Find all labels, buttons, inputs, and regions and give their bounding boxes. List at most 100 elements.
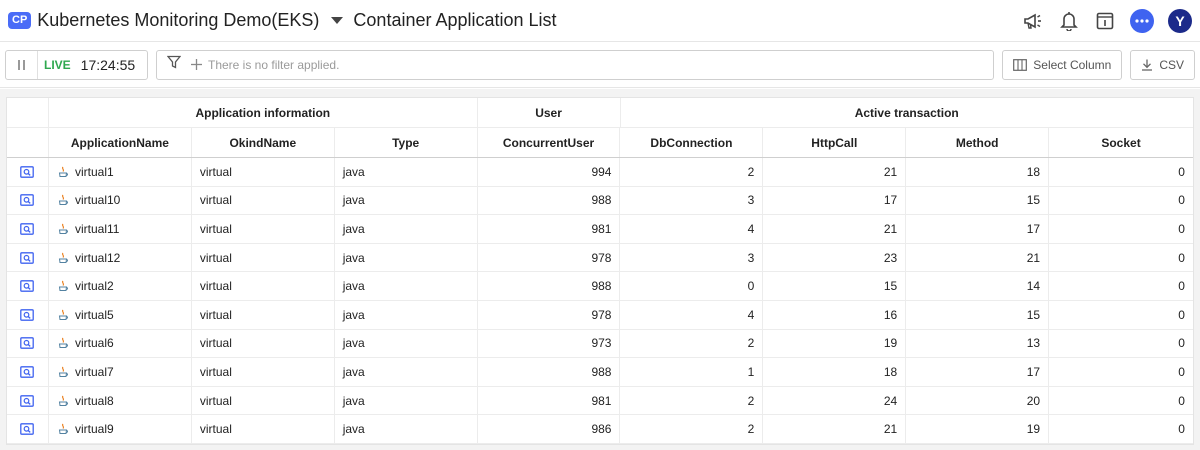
detail-search-icon[interactable]: [20, 423, 35, 435]
row-detail-cell: [7, 358, 49, 386]
table-row[interactable]: virtual12 virtual java 978 3 23 21 0: [7, 243, 1193, 273]
column-header-okindname[interactable]: OkindName: [192, 128, 335, 157]
application-name[interactable]: virtual5: [75, 308, 114, 322]
cell-type: java: [335, 158, 478, 186]
cell-type: java: [335, 215, 478, 243]
column-header-dbconnection[interactable]: DbConnection: [620, 128, 764, 157]
java-icon: [58, 166, 69, 177]
cell-socket: 0: [1178, 193, 1185, 208]
table-row[interactable]: virtual8 virtual java 981 2 24 20 0: [7, 386, 1193, 416]
application-name[interactable]: virtual10: [75, 193, 120, 207]
user-avatar[interactable]: Y: [1168, 8, 1192, 33]
csv-button[interactable]: CSV: [1130, 49, 1195, 80]
cell-method: 13: [906, 329, 1050, 358]
cell-method: 18: [906, 158, 1050, 186]
filter-icon[interactable]: [166, 55, 182, 74]
cell-okindname: virtual: [192, 329, 335, 358]
cell-method: 17: [906, 358, 1050, 386]
table-row[interactable]: virtual9 virtual java 986 2 21 19 0: [7, 415, 1193, 444]
detail-search-icon[interactable]: [20, 280, 35, 293]
java-icon: [58, 280, 69, 292]
cell-concurrentuser: 981: [478, 386, 621, 415]
cell-applicationname: virtual9: [49, 415, 192, 443]
project-dropdown-caret-icon[interactable]: [331, 17, 344, 24]
bell-icon[interactable]: [1058, 10, 1080, 32]
application-name[interactable]: virtual7: [75, 365, 114, 379]
application-name[interactable]: virtual11: [75, 222, 119, 236]
live-time[interactable]: 17:24:55: [81, 57, 136, 73]
column-header-httpcall[interactable]: HttpCall: [763, 128, 907, 157]
column-header-applicationname[interactable]: ApplicationName: [49, 128, 192, 157]
select-column-button[interactable]: Select Column: [1002, 49, 1123, 80]
column-header-type[interactable]: Type: [335, 128, 478, 157]
cell-httpcall: 16: [763, 300, 907, 329]
row-detail-cell: [7, 215, 49, 243]
cell-concurrentuser: 978: [478, 300, 621, 329]
chat-icon[interactable]: [1130, 8, 1154, 33]
cell-applicationname: virtual7: [49, 358, 192, 386]
column-header-socket[interactable]: Socket: [1049, 128, 1193, 157]
pause-button[interactable]: [6, 50, 38, 79]
cell-okindname: virtual: [192, 415, 335, 443]
table-row[interactable]: virtual6 virtual java 973 2 19 13 0: [7, 329, 1193, 359]
detail-search-icon[interactable]: [20, 223, 35, 235]
column-header-spacer: [7, 128, 49, 157]
filter-input[interactable]: There is no filter applied.: [156, 49, 995, 80]
cell-okindname: virtual: [192, 386, 335, 415]
detail-search-icon[interactable]: [20, 337, 35, 350]
megaphone-icon[interactable]: [1022, 10, 1044, 32]
table-row[interactable]: virtual1 virtual java 994 2 21 18 0: [7, 158, 1193, 187]
application-name[interactable]: virtual8: [75, 394, 114, 408]
java-icon: [58, 366, 69, 377]
cell-dbconnection: 3: [620, 186, 764, 215]
detail-search-icon[interactable]: [20, 308, 35, 321]
row-detail-cell: [7, 386, 49, 415]
row-detail-cell: [7, 415, 49, 443]
detail-search-icon[interactable]: [20, 194, 35, 207]
cell-type: java: [335, 300, 478, 329]
live-indicator: LIVE: [44, 57, 71, 72]
cell-dbconnection: 0: [620, 272, 764, 300]
column-header-method[interactable]: Method: [906, 128, 1050, 157]
application-name[interactable]: virtual12: [75, 251, 120, 265]
table-row[interactable]: virtual10 virtual java 988 3 17 15 0: [7, 186, 1193, 216]
cell-httpcall: 21: [763, 415, 907, 443]
cell-okindname: virtual: [192, 272, 335, 300]
application-name[interactable]: virtual2: [75, 279, 114, 293]
java-icon: [58, 338, 69, 349]
add-filter-icon[interactable]: [191, 59, 202, 70]
cell-dbconnection: 2: [620, 386, 764, 415]
table-row[interactable]: virtual5 virtual java 978 4 16 15 0: [7, 300, 1193, 330]
detail-search-icon[interactable]: [20, 165, 35, 178]
cell-okindname: virtual: [192, 215, 335, 243]
project-name[interactable]: Kubernetes Monitoring Demo(EKS): [37, 10, 319, 31]
cell-type: java: [335, 358, 478, 386]
table-row[interactable]: virtual11 virtual java 981 4 21 17 0: [7, 215, 1193, 244]
detail-search-icon[interactable]: [20, 251, 35, 264]
cell-socket: 0: [1178, 250, 1185, 265]
detail-search-icon[interactable]: [20, 366, 35, 378]
column-header-concurrentuser[interactable]: ConcurrentUser: [478, 128, 621, 157]
application-name[interactable]: virtual1: [75, 165, 114, 179]
cell-okindname: virtual: [192, 300, 335, 329]
cell-concurrentuser: 978: [478, 243, 621, 272]
cell-httpcall: 23: [763, 243, 907, 272]
application-name[interactable]: virtual9: [75, 422, 114, 436]
cell-socket: 0: [1178, 164, 1185, 179]
cell-okindname: virtual: [192, 158, 335, 186]
cell-dbconnection: 4: [620, 215, 764, 243]
row-detail-cell: [7, 186, 49, 215]
app-header: CP Kubernetes Monitoring Demo(EKS) Conta…: [0, 0, 1200, 42]
row-detail-cell: [7, 243, 49, 272]
cell-type: java: [335, 415, 478, 443]
java-icon: [58, 395, 69, 406]
cell-type: java: [335, 243, 478, 272]
application-name[interactable]: virtual6: [75, 336, 114, 350]
info-panel-icon[interactable]: [1094, 10, 1116, 32]
table-row[interactable]: virtual7 virtual java 988 1 18 17 0: [7, 358, 1193, 387]
cell-okindname: virtual: [192, 358, 335, 386]
cell-dbconnection: 1: [620, 358, 764, 386]
group-header-user: User: [478, 98, 621, 127]
detail-search-icon[interactable]: [20, 394, 35, 407]
table-row[interactable]: virtual2 virtual java 988 0 15 14 0: [7, 272, 1193, 301]
